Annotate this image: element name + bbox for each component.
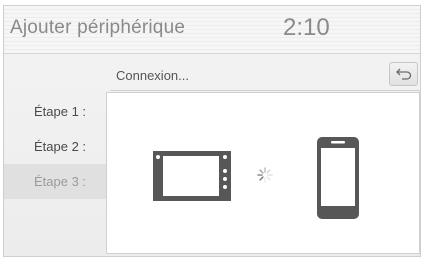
back-button[interactable] — [389, 62, 418, 86]
clock: 2:10 — [283, 14, 330, 41]
step-2: Étape 2 : — [34, 139, 87, 154]
connection-status: Connexion... — [116, 68, 189, 83]
connection-panel — [106, 92, 420, 254]
step-3: Étape 3 : — [4, 164, 110, 199]
status-bar: Connexion... — [110, 60, 420, 91]
step-1: Étape 1 : — [34, 104, 87, 119]
header-bar: Ajouter périphérique 2:10 — [4, 6, 420, 54]
step-list: Étape 1 : Étape 2 : Étape 3 : — [4, 94, 110, 199]
loading-spinner-icon — [257, 167, 273, 183]
back-arrow-icon — [396, 68, 412, 80]
smartphone-icon — [317, 137, 359, 219]
device-screen: Ajouter périphérique 2:10 Connexion... É… — [3, 5, 421, 257]
page-title: Ajouter périphérique — [10, 17, 186, 38]
car-head-unit-icon — [153, 151, 231, 201]
